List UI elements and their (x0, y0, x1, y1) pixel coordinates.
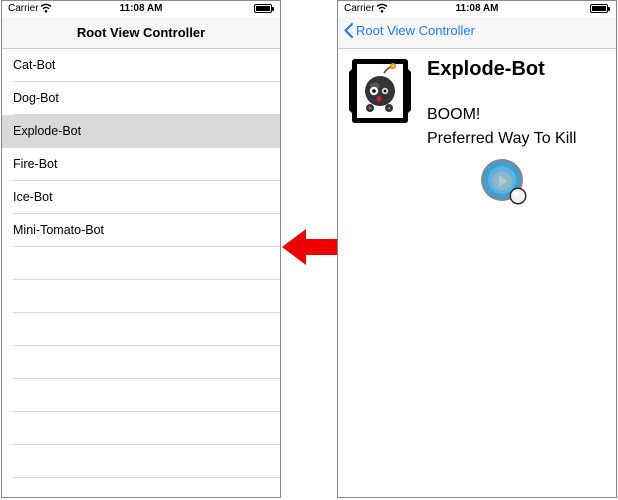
empty-row (2, 412, 280, 445)
root-screen: Carrier 11:08 AM Root View Controller Ca… (1, 0, 281, 498)
back-chevron-icon (344, 23, 353, 38)
list-item-cat-bot[interactable]: Cat-Bot (2, 49, 280, 82)
left-arrow-icon (282, 229, 338, 265)
list-item-label: Fire-Bot (13, 157, 58, 171)
empty-row (2, 280, 280, 313)
detail-screen: Carrier 11:08 AM Root View Controller Ex… (337, 0, 617, 498)
list-item-ice-bot[interactable]: Ice-Bot (2, 181, 280, 214)
navigation-bar: Root View Controller (2, 17, 280, 49)
status-time: 11:08 AM (455, 3, 499, 14)
battery-icon (590, 4, 610, 13)
status-bar: Carrier 11:08 AM (2, 1, 280, 17)
bot-name: Explode-Bot (427, 58, 545, 80)
empty-row (2, 445, 280, 478)
empty-row (2, 247, 280, 280)
status-bar: Carrier 11:08 AM (338, 1, 616, 17)
status-time: 11:08 AM (119, 3, 163, 14)
play-icon[interactable] (480, 158, 532, 210)
list-item-label: Cat-Bot (13, 58, 56, 72)
list-item-label: Dog-Bot (13, 91, 59, 105)
empty-row (2, 313, 280, 346)
list-item-label: Mini-Tomato-Bot (13, 223, 104, 237)
back-button-label: Root View Controller (356, 23, 475, 38)
nav-title: Root View Controller (76, 25, 206, 40)
back-button[interactable]: Root View Controller (344, 23, 475, 38)
list-item-fire-bot[interactable]: Fire-Bot (2, 148, 280, 181)
bot-list: Cat-Bot Dog-Bot Explode-Bot Fire-Bot Ice… (2, 49, 280, 497)
kill-method: Preferred Way To Kill (427, 130, 577, 147)
empty-row (2, 346, 280, 379)
list-item-dog-bot[interactable]: Dog-Bot (2, 82, 280, 115)
list-item-mini-tomato-bot[interactable]: Mini-Tomato-Bot (2, 214, 280, 247)
bomb-bot-icon (349, 59, 411, 123)
bot-quote: BOOM! (427, 106, 481, 123)
battery-icon (254, 4, 274, 13)
empty-row (2, 478, 280, 497)
list-item-label: Explode-Bot (13, 124, 82, 138)
list-item-label: Ice-Bot (13, 190, 53, 204)
list-item-explode-bot[interactable]: Explode-Bot (2, 115, 280, 148)
empty-row (2, 379, 280, 412)
navigation-bar: Root View Controller (338, 17, 616, 49)
